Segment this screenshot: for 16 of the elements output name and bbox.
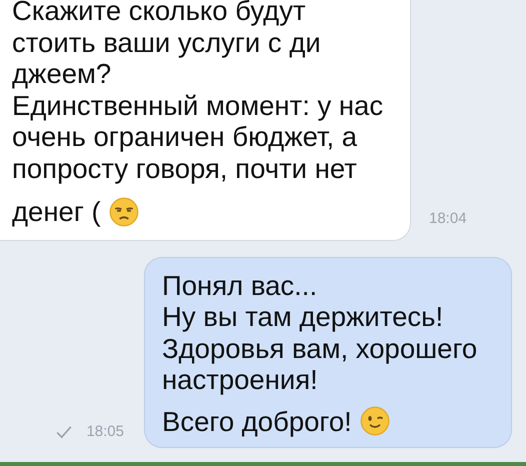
- message-text: очень ограничен бюджет, а: [12, 121, 358, 152]
- message-text: денег (: [12, 196, 101, 228]
- message-text: джеем?: [12, 58, 112, 89]
- message-text: Единственный момент: у нас: [12, 90, 384, 120]
- message-text: Здоровья вам, хорошего: [162, 332, 478, 364]
- message-time: 18:05: [86, 423, 124, 440]
- message-text: Ну вы там держитесь!: [162, 301, 444, 332]
- message-text: Всего доброго!: [162, 406, 352, 437]
- message-time: 18:04: [429, 210, 467, 226]
- message-text: настроения!: [162, 364, 318, 395]
- message-text: попросту говоря, почти нет: [12, 152, 357, 184]
- unamused-face-icon: [108, 196, 139, 227]
- message-text: Понял вас...: [162, 270, 318, 300]
- message-text: стоить ваши услуги с ди: [12, 26, 321, 58]
- message-text: Скажите сколько будут: [12, 0, 306, 26]
- winking-face-icon: [360, 406, 390, 436]
